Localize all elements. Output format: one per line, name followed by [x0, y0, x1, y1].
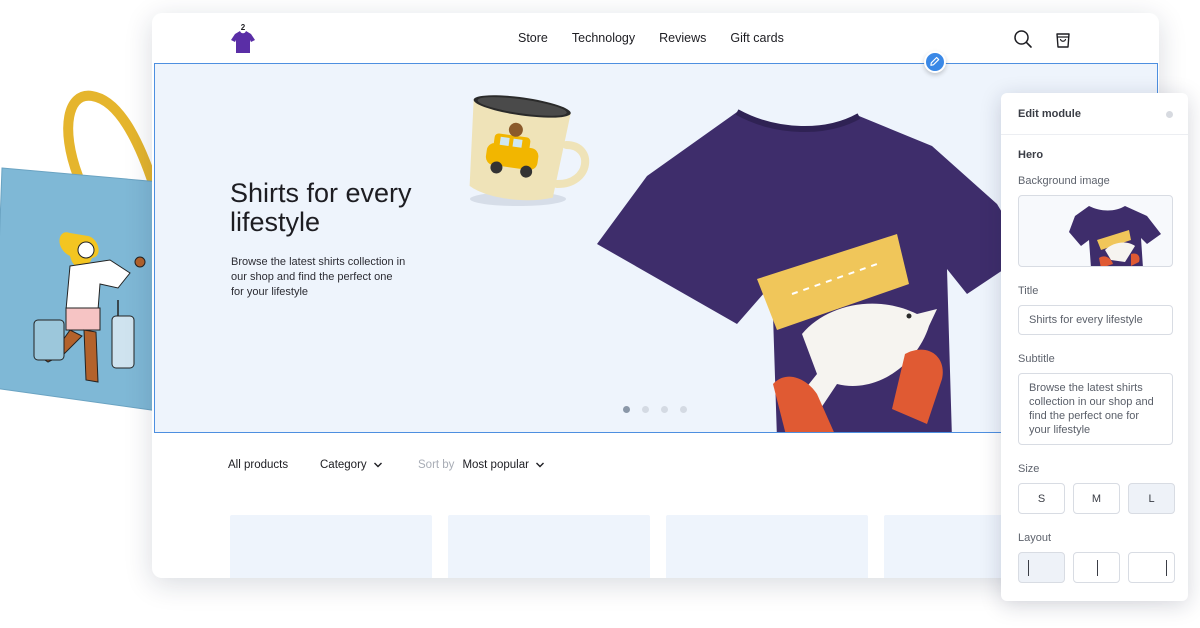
filter-category-label: Category — [320, 459, 367, 471]
size-option-s[interactable]: S — [1018, 483, 1065, 514]
cart-icon[interactable] — [1052, 28, 1074, 50]
size-label: Size — [1018, 463, 1040, 475]
pencil-icon[interactable] — [924, 51, 946, 73]
carousel-dot-1[interactable] — [623, 406, 630, 413]
panel-menu-dot[interactable] — [1166, 111, 1173, 118]
layout-right-line — [1166, 560, 1167, 576]
product-filters: All products Category Sort by Most popul… — [228, 459, 928, 479]
subtitle-label: Subtitle — [1018, 353, 1055, 365]
carousel-dot-3[interactable] — [661, 406, 668, 413]
product-card[interactable] — [230, 515, 432, 578]
mug-image — [469, 95, 590, 206]
size-option-l[interactable]: L — [1128, 483, 1175, 514]
product-card[interactable] — [666, 515, 868, 578]
title-input[interactable]: Shirts for every lifestyle — [1018, 305, 1173, 335]
size-selector: S M L — [1018, 483, 1175, 514]
filter-all-products[interactable]: All products — [228, 459, 288, 471]
sort-label: Sort by — [418, 459, 455, 471]
background-thumbnail — [1069, 206, 1161, 266]
sort-dropdown[interactable]: Sort by Most popular — [418, 459, 545, 471]
nav-reviews[interactable]: Reviews — [659, 31, 706, 45]
subtitle-textarea[interactable]: Browse the latest shirts collection in o… — [1018, 373, 1173, 445]
search-icon[interactable] — [1012, 28, 1034, 50]
layout-selector — [1018, 552, 1175, 583]
main-nav: Store Technology Reviews Gift cards — [518, 31, 808, 45]
tshirt-logo-icon[interactable]: 2 — [228, 24, 258, 56]
panel-title: Edit module — [1018, 108, 1081, 120]
panel-header: Edit module — [1001, 93, 1188, 135]
layout-option-left[interactable] — [1018, 552, 1065, 583]
carousel-dot-2[interactable] — [642, 406, 649, 413]
background-image-picker[interactable] — [1018, 195, 1173, 267]
sort-value: Most popular — [462, 459, 529, 471]
layout-left-line — [1028, 560, 1029, 576]
nav-gift-cards[interactable]: Gift cards — [730, 31, 784, 45]
hero-title: Shirts for every lifestyle — [230, 178, 412, 237]
product-card[interactable] — [448, 515, 650, 578]
layout-label: Layout — [1018, 532, 1052, 544]
layout-option-center[interactable] — [1073, 552, 1120, 583]
hero-subtitle: Browse the latest shirts collection in o… — [231, 256, 406, 298]
logo-badge: 2 — [241, 24, 246, 32]
chevron-down-icon — [535, 462, 544, 468]
section-heading: Hero — [1018, 149, 1044, 161]
layout-center-line — [1097, 560, 1098, 576]
carousel-dot-4[interactable] — [680, 406, 687, 413]
top-navigation: 2 Store Technology Reviews Gift cards — [152, 13, 1159, 63]
edit-module-panel: Edit module Hero Background image Title … — [1001, 93, 1188, 601]
product-grid — [230, 515, 1086, 578]
filter-all-products-label: All products — [228, 459, 289, 471]
filter-category[interactable]: Category — [320, 459, 383, 471]
layout-option-right[interactable] — [1128, 552, 1175, 583]
carousel-dots — [623, 406, 687, 413]
title-label: Title — [1018, 285, 1039, 297]
tshirt-image — [597, 109, 1027, 432]
nav-technology[interactable]: Technology — [572, 31, 635, 45]
background-image-label: Background image — [1018, 175, 1110, 187]
size-option-m[interactable]: M — [1073, 483, 1120, 514]
nav-store[interactable]: Store — [518, 31, 548, 45]
chevron-down-icon — [373, 462, 382, 468]
